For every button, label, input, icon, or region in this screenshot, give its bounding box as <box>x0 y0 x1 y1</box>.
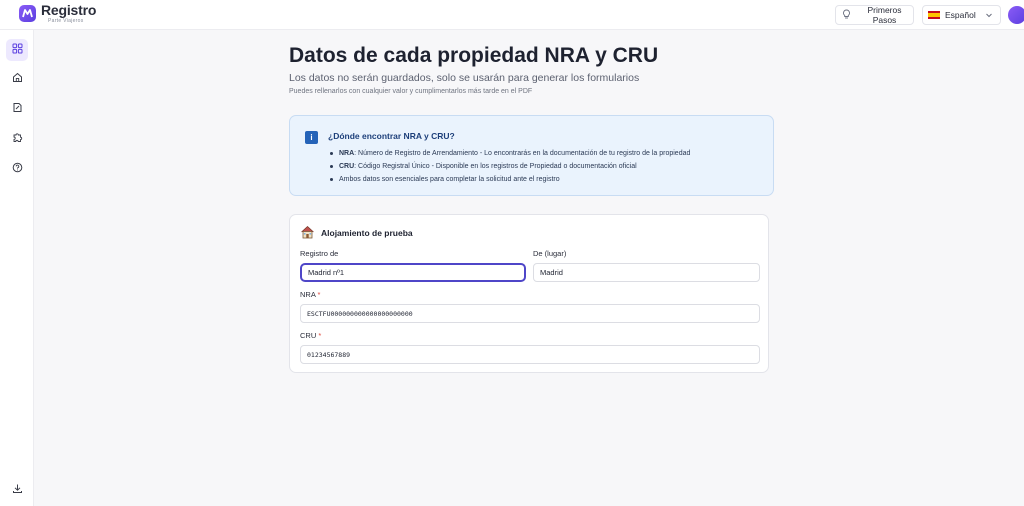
sidebar-item-dashboard[interactable] <box>6 39 28 61</box>
cru-input[interactable] <box>300 345 760 364</box>
brand-subtitle: Parte Viajeros <box>48 18 84 24</box>
info-text: : Código Registral Único - Disponible en… <box>354 163 637 170</box>
house-icon <box>300 225 315 241</box>
nra-input[interactable] <box>300 304 760 323</box>
cru-label-text: CRU <box>300 331 317 340</box>
lightbulb-icon <box>842 9 851 21</box>
sidebar <box>0 30 34 506</box>
page-subtitle: Los datos no serán guardados, solo se us… <box>289 72 640 84</box>
sidebar-item-download[interactable] <box>6 479 28 501</box>
info-text: : Número de Registro de Arrendamiento - … <box>354 150 691 157</box>
sidebar-item-help[interactable] <box>6 158 28 180</box>
property-title: Alojamiento de prueba <box>300 225 413 241</box>
spain-flag-icon <box>928 11 940 19</box>
home-icon <box>12 70 23 88</box>
info-icon: i <box>305 131 318 144</box>
required-mark: * <box>318 331 322 340</box>
first-steps-label: Primeros Pasos <box>867 5 902 25</box>
first-steps-button[interactable]: Primeros Pasos <box>835 5 914 25</box>
nra-label: NRA * <box>300 290 320 299</box>
info-title: ¿Dónde encontrar NRA y CRU? <box>328 131 455 141</box>
brand-name[interactable]: Registro <box>41 3 96 18</box>
user-avatar[interactable] <box>1008 6 1024 24</box>
registro-input[interactable] <box>300 263 526 282</box>
info-term: CRU <box>339 163 355 170</box>
grid-icon <box>12 41 23 59</box>
sidebar-item-integrations[interactable] <box>6 128 28 150</box>
lugar-input[interactable] <box>533 263 760 282</box>
page-title: Datos de cada propiedad NRA y CRU <box>289 44 659 67</box>
lugar-label: De (lugar) <box>533 249 567 258</box>
sidebar-item-documents[interactable] <box>6 98 28 120</box>
info-text: Ambos datos son esenciales para completa… <box>339 176 560 183</box>
info-term: NRA <box>339 150 355 157</box>
info-list: NRA: Número de Registro de Arrendamiento… <box>328 147 690 186</box>
property-card: Alojamiento de prueba Registro de De (lu… <box>289 214 769 373</box>
info-item-note: Ambos datos son esenciales para completa… <box>328 173 690 186</box>
required-mark: * <box>317 290 321 299</box>
nra-label-text: NRA <box>300 290 316 299</box>
registro-label: Registro de <box>300 249 339 258</box>
puzzle-icon <box>12 130 23 148</box>
download-icon <box>12 481 23 499</box>
help-circle-icon <box>12 160 23 178</box>
info-item-nra: NRA: Número de Registro de Arrendamiento… <box>328 147 690 160</box>
page-note: Puedes rellenarlos con cualquier valor y… <box>289 88 533 95</box>
top-bar: Registro Parte Viajeros Primeros Pasos E… <box>0 0 1024 30</box>
chevron-down-icon <box>985 11 993 21</box>
property-name: Alojamiento de prueba <box>321 228 413 238</box>
sidebar-item-home[interactable] <box>6 68 28 90</box>
info-box: i ¿Dónde encontrar NRA y CRU? NRA: Númer… <box>289 115 774 196</box>
language-select[interactable]: Español <box>922 5 1001 25</box>
document-edit-icon <box>12 100 23 118</box>
app-logo-icon[interactable] <box>19 5 36 22</box>
language-label: Español <box>945 10 976 20</box>
cru-label: CRU * <box>300 331 321 340</box>
info-item-cru: CRU: Código Registral Único - Disponible… <box>328 160 690 173</box>
